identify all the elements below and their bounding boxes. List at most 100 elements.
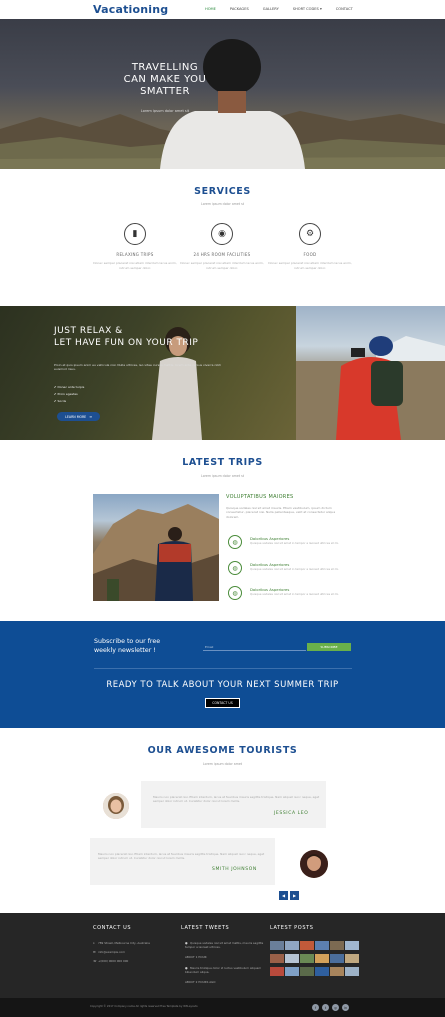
main-menu: HOME PACKAGES GALLERY SHORT CODES ▾ CONT… xyxy=(205,7,353,11)
feature-icon: ◍ xyxy=(228,561,242,575)
services-title: SERVICES xyxy=(194,186,251,197)
nav-item-gallery[interactable]: GALLERY xyxy=(263,7,279,11)
photographer-image xyxy=(296,306,445,440)
service-card: ▮ RELAXING TRIPS Donec semper placerat n… xyxy=(90,223,180,270)
top-navbar: Vacationing HOME PACKAGES GALLERY SHORT … xyxy=(0,0,445,19)
arrow-right-icon: ➔ xyxy=(89,414,92,419)
latest-trips-title: LATEST TRIPS xyxy=(182,457,263,468)
post-thumbnail[interactable] xyxy=(285,954,299,963)
subscribe-line-2: weekly newsletter ! xyxy=(94,646,156,654)
next-button[interactable]: ▶ xyxy=(290,891,299,900)
hero-title-line-1: TRAVELLING xyxy=(131,62,199,73)
post-thumbnail[interactable] xyxy=(285,967,299,976)
hero-title-line-2: CAN MAKE YOU xyxy=(123,74,207,85)
list-item: Sociis xyxy=(54,398,84,405)
learn-more-label: LEARN MORE xyxy=(65,414,87,419)
subscribe-band xyxy=(0,621,445,728)
footer-contact-title: CONTACT US xyxy=(93,925,132,931)
brand-logo[interactable]: Vacationing xyxy=(93,3,168,16)
feature-icon: ◍ xyxy=(228,586,242,600)
relax-list: Donec ante turpis Proin egestas Sociis xyxy=(54,384,84,405)
facebook-icon[interactable]: f xyxy=(312,1004,319,1011)
list-item: Donec ante turpis xyxy=(54,384,84,391)
relax-heading-line-1: JUST RELAX & xyxy=(54,326,123,336)
hero-subtitle: Lorem ipsum dolor amet sit xyxy=(140,109,190,113)
nav-item-short-codes[interactable]: SHORT CODES ▾ xyxy=(293,7,322,11)
post-thumbnail[interactable] xyxy=(330,967,344,976)
feature-desc: Quisque sodales nisl sit amet in tempor … xyxy=(250,567,340,571)
post-thumbnail[interactable] xyxy=(285,941,299,950)
footer-email[interactable]: info@example.com xyxy=(98,950,125,954)
nav-item-packages[interactable]: PACKAGES xyxy=(230,7,249,11)
copyright-text: Copyright © 2017 Company name All rights… xyxy=(90,1005,198,1008)
linkedin-icon[interactable]: in xyxy=(342,1004,349,1011)
feature-icon: ◍ xyxy=(228,535,242,549)
footer-address: 789 Street, Melbourne City, Australia xyxy=(98,941,150,945)
post-thumbnail[interactable] xyxy=(330,954,344,963)
photographer-illustration xyxy=(296,336,445,440)
feature-desc: Quisque sodales nisl sit amet in tempor … xyxy=(250,541,340,545)
feature-desc: Quisque sodales nisl sit amet in tempor … xyxy=(250,592,340,596)
tweet-time: ABOUT 1 HOUR xyxy=(185,955,207,959)
prev-button[interactable]: ◀ xyxy=(279,891,288,900)
hero-traveler-figure xyxy=(160,39,305,169)
post-thumbnail[interactable] xyxy=(270,941,284,950)
post-thumbnail[interactable] xyxy=(345,967,359,976)
trip-paragraph: Quisque sodales nisl sit amet mauris. Et… xyxy=(226,506,336,519)
twitter-icon[interactable]: t xyxy=(322,1004,329,1011)
nav-item-contact[interactable]: CONTACT xyxy=(336,7,353,11)
tweet: ● Quisque sodales nisl sit amet mattis, m… xyxy=(185,941,265,949)
subscribe-text: Subscribe to our free weekly newsletter … xyxy=(94,638,160,655)
post-thumbnail[interactable] xyxy=(345,954,359,963)
nav-item-home[interactable]: HOME xyxy=(205,7,216,11)
learn-more-button[interactable]: LEARN MORE ➔ xyxy=(57,412,100,421)
service-desc: Donec semper placerat nisi etiam interdu… xyxy=(180,261,264,270)
avatar xyxy=(300,850,328,878)
service-card: ◉ 24 HRS ROOM FACILITIES Donec semper pl… xyxy=(177,223,267,270)
service-title: FOOD xyxy=(303,252,317,257)
hero-title: TRAVELLING CAN MAKE YOU SMATTER xyxy=(95,62,235,98)
testimonial-quote: Mauris non placerat nisi. Etiam interdum… xyxy=(98,852,265,861)
relax-heading-line-2: LET HAVE FUN ON YOUR TRIP xyxy=(54,338,199,348)
map-icon: ▮ xyxy=(124,223,146,245)
post-thumbnail[interactable] xyxy=(345,941,359,950)
tweet-text: Quisque sodales nisl sit amet mattis, ma… xyxy=(185,941,264,949)
tourists-title: OUR AWESOME TOURISTS xyxy=(147,745,298,756)
testimonial-quote: Mauris non placerat nisi. Etiam interdum… xyxy=(153,795,320,804)
trip-image xyxy=(93,494,219,601)
email-input[interactable]: Email xyxy=(203,643,306,651)
post-thumbnail[interactable] xyxy=(300,954,314,963)
latest-trips-subtitle: Lorem ipsum dolor amet st xyxy=(200,474,245,478)
tweet-text: Mauris tristique dolor id luctus vestibu… xyxy=(185,966,262,974)
chevron-down-icon: ▾ xyxy=(319,7,322,11)
trip-illustration xyxy=(93,504,219,601)
tweet-time: ABOUT 2 HOURS AGO xyxy=(185,980,216,984)
gears-icon: ⚙ xyxy=(299,223,321,245)
footer-tweets-title: LATEST TWEETS xyxy=(181,925,230,931)
post-thumbnail[interactable] xyxy=(315,954,329,963)
avatar-man-illustration xyxy=(300,850,328,878)
post-thumbnail[interactable] xyxy=(300,967,314,976)
post-thumbnail[interactable] xyxy=(315,967,329,976)
post-thumbnail[interactable] xyxy=(330,941,344,950)
subscribe-line-1: Subscribe to our free xyxy=(94,638,161,645)
post-thumbnail[interactable] xyxy=(315,941,329,950)
contact-us-button[interactable]: CONTACT US xyxy=(205,698,240,708)
relax-heading: JUST RELAX & LET HAVE FUN ON YOUR TRIP xyxy=(54,325,198,349)
post-thumbnail[interactable] xyxy=(270,967,284,976)
avatar-woman-illustration xyxy=(103,793,129,819)
globe-icon: ◉ xyxy=(211,223,233,245)
service-desc: Donec semper placerat nisi etiam interdu… xyxy=(268,261,352,270)
tourists-subtitle: Lorem ipsum dolor amet xyxy=(202,762,243,766)
post-thumbnail[interactable] xyxy=(270,954,284,963)
avatar xyxy=(103,793,129,819)
services-subtitle: Lorem ipsum dolor amet st xyxy=(200,202,245,206)
list-item: Proin egestas xyxy=(54,391,84,398)
subscribe-button[interactable]: SUBSCRIBE xyxy=(307,643,351,651)
trip-feature: ◍ Doloribus Asperiores Quisque sodales n… xyxy=(228,586,358,606)
post-thumbnail[interactable] xyxy=(300,941,314,950)
trip-feature: ◍ Doloribus Asperiores Quisque sodales n… xyxy=(228,535,358,555)
copyright-bar xyxy=(0,998,445,1017)
divider xyxy=(94,668,352,669)
google-plus-icon[interactable]: g xyxy=(332,1004,339,1011)
